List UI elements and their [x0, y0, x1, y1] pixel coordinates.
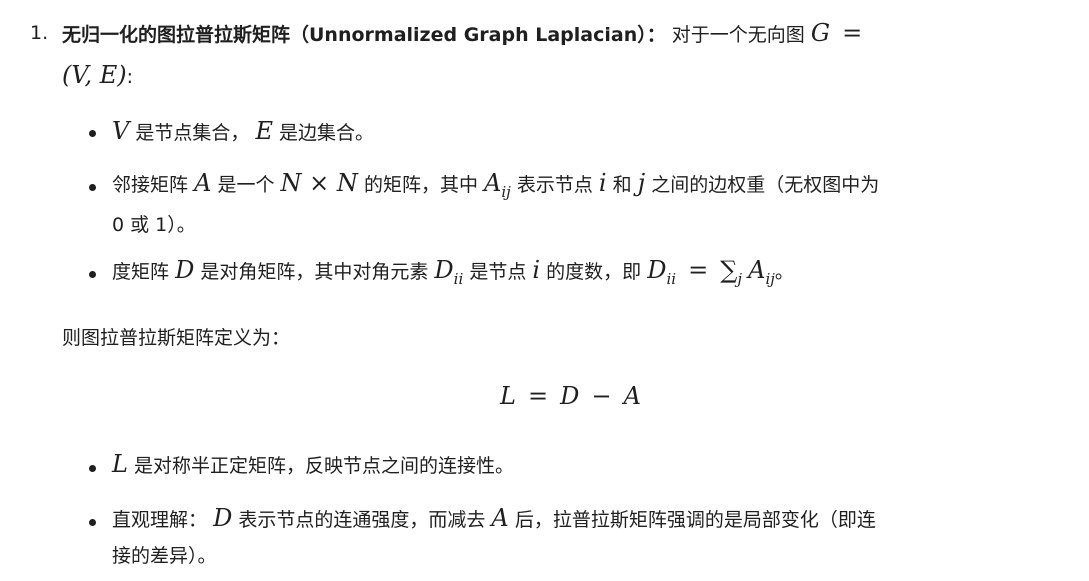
text-segment: 邻接矩阵	[112, 174, 189, 196]
definition-text: 则图拉普拉斯矩阵定义为：	[62, 327, 291, 349]
text-segment: 表示节点	[516, 174, 593, 196]
display-formula: L = D − A	[500, 381, 641, 413]
bullet-item-intuition-cont: 接的差异）。	[112, 545, 217, 567]
math-subscript: ii	[453, 270, 464, 288]
text-segment: 之间的边权重（无权图中为	[651, 174, 880, 196]
text-segment: 度矩阵	[112, 261, 170, 283]
math-subscript: ij	[765, 270, 775, 288]
text-segment: 。	[774, 261, 794, 283]
bullet-dot	[89, 184, 96, 191]
heading-bold-title: 无归一化的图拉普拉斯矩阵（Unnormalized Graph Laplacia…	[62, 24, 666, 46]
bullet-dot	[89, 519, 96, 526]
bullet-item-intuition: 直观理解： D 表示节点的连通强度，而减去 A 后，拉普拉斯矩阵强调的是局部变化…	[112, 503, 876, 535]
text-segment: 是对角矩阵，其中对角元素	[200, 261, 429, 283]
text-segment: 直观理解：	[112, 509, 208, 531]
math-equals: =	[842, 19, 863, 47]
math-sum: ∑	[720, 256, 738, 284]
text-segment: 的度数，即	[546, 261, 642, 283]
math-i: i	[532, 256, 541, 284]
graph-tuple-line: (V, E):	[62, 60, 133, 92]
bullet-dot	[89, 271, 96, 278]
text-segment: 是边集合。	[279, 122, 375, 144]
math-d-ii: D	[434, 256, 454, 284]
bullet-item-adjacency-cont: 0 或 1）。	[112, 214, 196, 236]
math-subscript: j	[737, 270, 743, 288]
text-segment: 是节点	[469, 261, 527, 283]
math-i: i	[598, 169, 607, 197]
math-equals: =	[527, 382, 549, 410]
heading-intro-text: 对于一个无向图	[671, 24, 805, 46]
bullet-dot	[89, 465, 96, 472]
math-colon: :	[126, 66, 134, 88]
math-a: A	[623, 382, 641, 410]
bullet-item-symmetric: L 是对称半正定矩阵，反映节点之间的连接性。	[112, 449, 514, 481]
text-segment: 的矩阵，其中	[363, 174, 478, 196]
math-subscript: ij	[501, 183, 511, 201]
math-l: L	[500, 382, 516, 410]
math-a-ij: A	[484, 169, 502, 197]
math-l: L	[112, 450, 128, 478]
math-graph-tuple: (V, E)	[62, 61, 127, 89]
math-d-ii: D	[647, 256, 667, 284]
math-minus: −	[591, 382, 612, 410]
math-d: D	[213, 504, 233, 532]
math-v: V	[112, 117, 130, 145]
math-e: E	[255, 117, 273, 145]
text-segment: 表示节点的连通强度，而减去	[238, 509, 486, 531]
list-number: 1.	[30, 22, 49, 44]
bullet-dot	[89, 130, 96, 137]
math-equals: =	[688, 256, 709, 284]
text-segment: 和	[612, 174, 632, 196]
math-d: D	[175, 256, 195, 284]
bullet-item-vertices: V 是节点集合， E 是边集合。	[112, 116, 374, 148]
text-segment: 是一个	[217, 174, 275, 196]
math-a: A	[491, 504, 509, 532]
math-graph-g: G	[810, 19, 831, 47]
item-heading: 无归一化的图拉普拉斯矩阵（Unnormalized Graph Laplacia…	[62, 18, 868, 50]
math-a-ij: A	[748, 256, 766, 284]
bullet-item-adjacency: 邻接矩阵 A 是一个 N × N 的矩阵，其中 Aij 表示节点 i 和 j 之…	[112, 168, 879, 201]
math-a: A	[194, 169, 212, 197]
bullet-item-degree: 度矩阵 D 是对角矩阵，其中对角元素 Dii 是节点 i 的度数，即 Dii =…	[112, 255, 794, 288]
text-segment: 后，拉普拉斯矩阵强调的是局部变化（即连	[514, 509, 876, 531]
text-segment: 是对称半正定矩阵，反映节点之间的连接性。	[133, 455, 514, 477]
math-d: D	[560, 382, 580, 410]
math-n-by-n: N × N	[280, 169, 358, 197]
text-segment: 是节点集合，	[135, 122, 250, 144]
math-j: j	[637, 169, 646, 197]
math-subscript: ii	[666, 270, 677, 288]
